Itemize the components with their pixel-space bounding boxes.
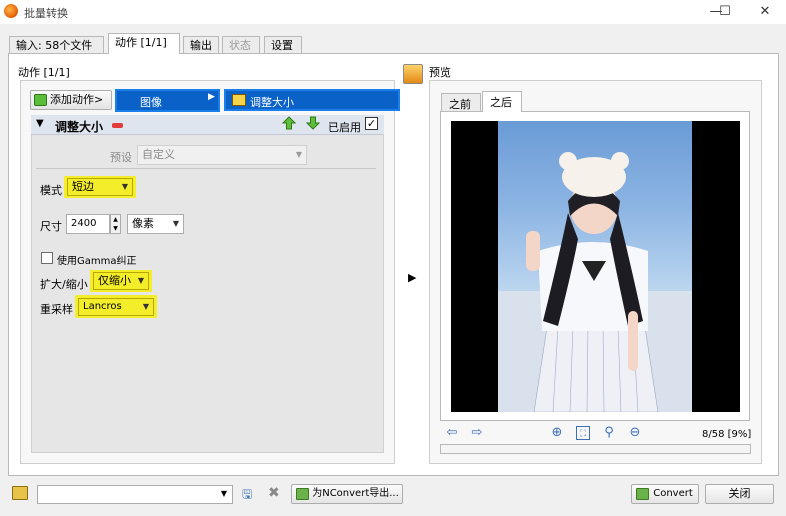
chevron-down-icon: ▼ — [142, 302, 149, 311]
tab-after-label: 之后 — [490, 96, 512, 109]
app-icon — [4, 4, 18, 18]
tab-status-label: 状态 — [229, 39, 251, 52]
resample-label: 重采样 — [40, 303, 73, 316]
tab-output[interactable]: 输出 — [183, 36, 219, 53]
tab-status[interactable]: 状态 — [222, 36, 260, 53]
tab-actions-label: 动作 [1/1] — [115, 36, 167, 49]
arrow-right-icon[interactable]: ⇨ — [470, 426, 484, 440]
add-action-label: 添加动作> — [50, 93, 104, 106]
move-down-icon[interactable] — [306, 116, 320, 130]
divider — [36, 168, 376, 169]
add-action-icon — [34, 94, 47, 106]
unit-select[interactable]: 像素 ▼ — [127, 214, 184, 234]
title-bar — [0, 0, 786, 24]
close-button[interactable]: 关闭 — [705, 484, 774, 504]
close-label: 关闭 — [728, 487, 751, 500]
preview-image — [498, 121, 692, 412]
export-icon — [296, 488, 309, 500]
chevron-down-icon: ▼ — [121, 182, 128, 191]
convert-label: Convert — [653, 488, 693, 499]
resample-value: Lancros — [83, 301, 122, 312]
preview-toggle-icon[interactable] — [403, 64, 423, 84]
size-label: 尺寸 — [40, 220, 62, 233]
preview-photo — [498, 152, 692, 412]
scale-value: 仅缩小 — [98, 274, 131, 287]
play-icon[interactable]: ▶ — [408, 271, 416, 284]
window-title: 批量转换 — [24, 7, 68, 20]
save-icon[interactable]: 🖫 — [242, 487, 256, 501]
resize-menu-icon — [232, 94, 246, 106]
chevron-down-icon: ▼ — [295, 150, 302, 159]
menu-category-image[interactable] — [115, 89, 220, 112]
convert-icon — [636, 488, 649, 500]
maximize-button[interactable]: ☐ — [715, 3, 735, 21]
tab-input-label: 输入: 58个文件 — [16, 39, 93, 52]
preset-label: 预设 — [110, 151, 132, 164]
convert-button[interactable]: Convert — [631, 484, 699, 504]
size-input[interactable]: 2400 — [66, 214, 110, 234]
resample-select[interactable]: Lancros ▼ — [78, 298, 154, 316]
mode-select[interactable]: 短边 ▼ — [67, 178, 133, 196]
menu-item-resize-label: 调整大小 — [250, 96, 294, 109]
scale-select[interactable]: 仅缩小 ▼ — [93, 272, 149, 290]
unit-value: 像素 — [132, 217, 154, 230]
add-action-button[interactable]: 添加动作> — [30, 90, 112, 110]
gamma-checkbox[interactable] — [41, 252, 53, 264]
move-up-icon[interactable] — [282, 116, 296, 130]
fit-to-window-icon[interactable]: ⛶ — [576, 426, 590, 440]
submenu-arrow-icon: ▶ — [208, 92, 215, 102]
zoom-in-icon[interactable]: ⊕ — [550, 426, 564, 440]
tab-settings-label: 设置 — [271, 39, 293, 52]
stepper-up-icon[interactable]: ▲ — [111, 215, 120, 224]
tab-output-label: 输出 — [190, 39, 212, 52]
menu-category-label: 图像 — [140, 96, 162, 109]
remove-action-icon[interactable] — [112, 123, 123, 128]
mode-label: 模式 — [40, 184, 62, 197]
actions-group-label: 动作 [1/1] — [18, 66, 70, 79]
zoom-out-icon[interactable]: ⊖ — [628, 426, 642, 440]
scale-label: 扩大/缩小 — [40, 278, 88, 291]
collapse-icon[interactable]: ▼ — [36, 118, 44, 129]
chevron-down-icon: ▼ — [220, 489, 227, 498]
enabled-label: 已启用 — [328, 121, 361, 134]
preview-group-label: 预览 — [429, 66, 451, 79]
page-info: 8/58 [9%] — [702, 429, 752, 440]
export-nconvert-button[interactable]: 为NConvert导出... — [291, 484, 403, 504]
preset-value: 自定义 — [142, 148, 175, 161]
close-window-button[interactable]: ✕ — [755, 3, 775, 21]
tab-before[interactable]: 之前 — [441, 93, 481, 112]
gamma-label: 使用Gamma纠正 — [57, 256, 137, 267]
tab-input[interactable]: 输入: 58个文件 — [9, 36, 104, 53]
export-nconvert-label: 为NConvert导出... — [312, 488, 399, 499]
delete-icon[interactable]: ✖ — [268, 485, 282, 501]
preview-scrollbar[interactable] — [440, 444, 751, 454]
tab-settings[interactable]: 设置 — [264, 36, 302, 53]
enabled-checkbox[interactable]: ✓ — [365, 117, 378, 130]
chevron-down-icon: ▼ — [137, 276, 144, 285]
zoom-icon[interactable]: ⚲ — [602, 426, 616, 440]
mode-value: 短边 — [72, 180, 94, 193]
tab-after[interactable]: 之后 — [482, 91, 522, 112]
open-folder-icon[interactable] — [12, 486, 28, 500]
tab-actions[interactable]: 动作 [1/1] — [108, 33, 180, 54]
action-title: 调整大小 — [55, 120, 104, 134]
preset-select[interactable]: 自定义 ▼ — [137, 145, 307, 165]
size-stepper[interactable]: ▲ ▼ — [110, 214, 121, 234]
preset-file-select[interactable]: ▼ — [37, 485, 233, 504]
tab-before-label: 之前 — [449, 98, 471, 111]
stepper-down-icon[interactable]: ▼ — [111, 224, 120, 233]
chevron-down-icon: ▼ — [172, 219, 179, 228]
arrow-left-icon[interactable]: ⇦ — [445, 426, 459, 440]
